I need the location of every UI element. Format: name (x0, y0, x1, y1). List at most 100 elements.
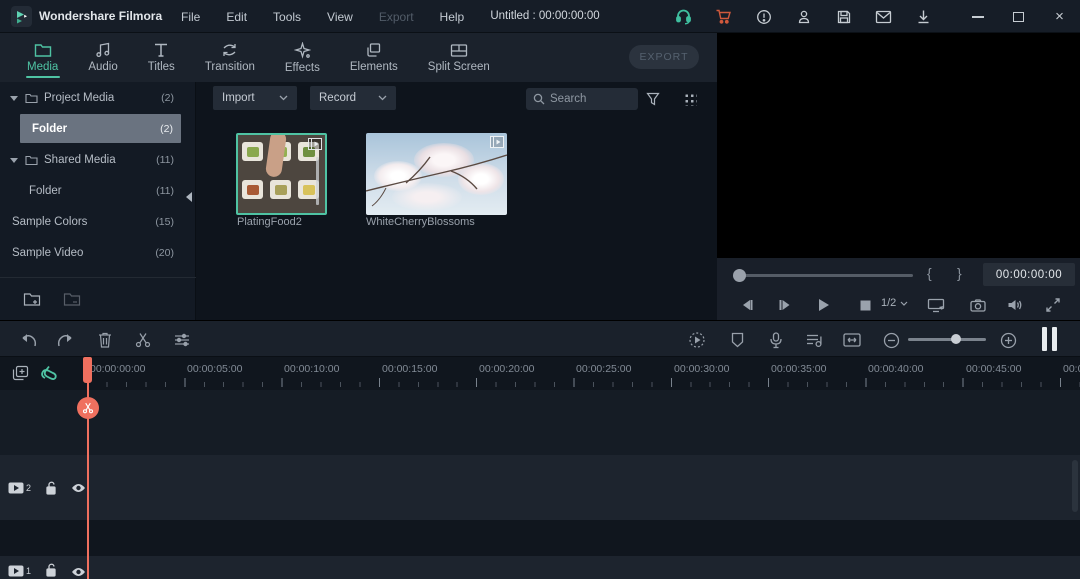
zoom-out-button[interactable] (879, 328, 903, 352)
redo-button[interactable] (54, 328, 78, 352)
expand-caret-icon[interactable] (10, 96, 18, 101)
timeline-toolbar (0, 320, 1080, 357)
track-lock-icon[interactable] (45, 563, 57, 577)
media-item-platingfood2[interactable] (236, 133, 327, 215)
track-visibility-eye-icon[interactable] (71, 567, 86, 577)
video-track-1[interactable]: 1 (0, 556, 1080, 579)
tab-audio[interactable]: Audio (73, 33, 132, 82)
asset-tab-bar: Media Audio Titles Transition Effects El… (0, 33, 717, 82)
save-icon[interactable] (835, 8, 852, 25)
previous-frame-button[interactable] (736, 294, 758, 316)
mail-icon[interactable] (875, 8, 892, 25)
next-frame-button[interactable] (774, 294, 796, 316)
tab-effects[interactable]: Effects (270, 33, 335, 82)
playhead-handle[interactable] (83, 357, 92, 383)
timeline-empty-region[interactable] (0, 390, 1080, 455)
record-voiceover-button[interactable] (764, 328, 788, 352)
search-box[interactable] (526, 88, 638, 110)
close-button[interactable]: × (1051, 8, 1068, 25)
display-device-button[interactable] (925, 294, 947, 316)
preview-timecode[interactable]: 00:00:00:00 (983, 263, 1075, 286)
download-icon[interactable] (915, 8, 932, 25)
track-lock-icon[interactable] (45, 481, 57, 495)
timeline-ruler[interactable]: 00:00:00:00 00:00:05:00 00:00:10:00 00:0… (0, 357, 1080, 390)
import-dropdown[interactable]: Import (213, 86, 297, 110)
seek-bar[interactable] (737, 274, 913, 277)
sidebar-item-project-media[interactable]: Project Media (2) (0, 85, 196, 111)
search-input[interactable] (550, 93, 626, 105)
view-grid-icon[interactable] (680, 89, 700, 109)
auto-ripple-magnet-icon[interactable] (38, 362, 60, 384)
minimize-button[interactable] (969, 8, 986, 25)
tab-elements[interactable]: Elements (335, 33, 413, 82)
sidebar-item-sample-video[interactable]: Sample Video (20) (0, 240, 196, 266)
audio-mixer-button[interactable] (802, 328, 826, 352)
timeline-scrollbar[interactable] (1072, 460, 1078, 512)
media-item-whitecherryblossoms[interactable] (366, 133, 507, 215)
ruler-label: 00:00:30:00 (674, 363, 729, 375)
maximize-button[interactable] (1010, 8, 1027, 25)
menu-edit[interactable]: Edit (213, 10, 260, 24)
zoom-in-button[interactable] (996, 328, 1020, 352)
menu-tools[interactable]: Tools (260, 10, 314, 24)
menu-file[interactable]: File (168, 10, 213, 24)
add-folder-button[interactable] (23, 292, 41, 307)
menu-export: Export (366, 10, 427, 24)
video-track-icon[interactable]: 1 (8, 565, 31, 577)
sidebar-collapse-arrow[interactable] (186, 192, 192, 202)
shopping-cart-icon[interactable] (715, 8, 732, 25)
filmora-logo-icon (11, 6, 32, 27)
menu-view[interactable]: View (314, 10, 366, 24)
timeline-zoom-slider[interactable] (908, 338, 986, 341)
filter-funnel-icon[interactable] (643, 89, 663, 109)
sidebar-item-folder-shared[interactable]: Folder (11) (0, 178, 196, 204)
sidebar-item-folder-selected[interactable]: Folder (2) (20, 114, 181, 143)
account-icon[interactable] (795, 8, 812, 25)
quick-split-scissors-icon[interactable] (77, 397, 99, 419)
manage-tracks-icon[interactable] (9, 362, 31, 384)
timeline-zoom-handle[interactable] (951, 334, 961, 344)
playhead-line[interactable] (87, 357, 89, 579)
fullscreen-button[interactable] (1042, 294, 1064, 316)
render-preview-button[interactable] (685, 328, 709, 352)
playback-quality-dropdown[interactable]: 1/2 (881, 297, 908, 309)
adjust-sliders-button[interactable] (170, 328, 194, 352)
ruler-label: 00:00:50:00 (1063, 363, 1080, 375)
chevron-down-icon (900, 301, 908, 306)
export-button[interactable]: EXPORT (629, 45, 699, 69)
thumbnail-art (265, 133, 287, 178)
sidebar-item-sample-colors[interactable]: Sample Colors (15) (0, 209, 196, 235)
stop-button[interactable] (854, 294, 876, 316)
undo-button[interactable] (16, 328, 40, 352)
ruler-label: 00:00:35:00 (771, 363, 826, 375)
pause-bars-icon[interactable] (1042, 327, 1057, 351)
mark-out-button[interactable]: } (957, 265, 962, 281)
thumbnail-art (366, 133, 507, 215)
info-icon[interactable] (755, 8, 772, 25)
marker-button[interactable] (725, 328, 749, 352)
tab-media[interactable]: Media (12, 33, 73, 82)
tab-titles[interactable]: Titles (133, 33, 190, 82)
record-dropdown[interactable]: Record (310, 86, 396, 110)
headset-support-icon[interactable] (675, 8, 692, 25)
volume-button[interactable] (1004, 294, 1026, 316)
play-button[interactable] (812, 294, 834, 316)
seek-handle[interactable] (733, 269, 746, 282)
snapshot-camera-button[interactable] (967, 294, 989, 316)
split-scissors-button[interactable] (131, 328, 155, 352)
expand-caret-icon[interactable] (10, 158, 18, 163)
timeline-panel: 2 1 (0, 357, 1080, 579)
video-track-icon[interactable]: 2 (8, 482, 31, 494)
tab-transition[interactable]: Transition (190, 33, 270, 82)
ruler-label: 00:00:45:00 (966, 363, 1021, 375)
delete-button[interactable] (93, 328, 117, 352)
mark-in-button[interactable]: { (927, 265, 932, 281)
sidebar-item-shared-media[interactable]: Shared Media (11) (0, 147, 196, 173)
video-track-2[interactable]: 2 (0, 455, 1080, 520)
tab-split-screen[interactable]: Split Screen (413, 33, 505, 82)
filmora-window: Wondershare Filmora File Edit Tools View… (0, 0, 1080, 579)
folder-icon (25, 93, 38, 104)
zoom-to-fit-button[interactable] (840, 328, 864, 352)
remove-folder-button[interactable] (63, 292, 81, 307)
track-visibility-eye-icon[interactable] (71, 483, 86, 493)
